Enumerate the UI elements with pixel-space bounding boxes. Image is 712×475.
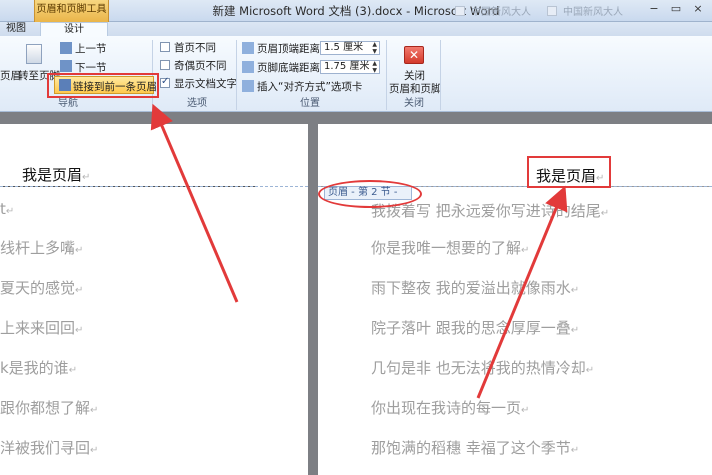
header-top-label: 页眉顶端距离: xyxy=(257,43,324,55)
insert-align-tab-button[interactable]: 插入“对齐方式”选项卡 xyxy=(257,79,362,94)
body-line[interactable]: 你出现在我诗的每一页↵ xyxy=(371,397,529,418)
footer-bottom-label: 页脚底端距离: xyxy=(257,62,324,74)
minimize-button[interactable]: − xyxy=(646,2,662,16)
close-header-footer-icon[interactable]: ✕ xyxy=(404,46,424,64)
paragraph-mark-icon: ↵ xyxy=(75,325,84,336)
paragraph-mark-icon: ↵ xyxy=(570,285,580,296)
paragraph-mark-icon: ↵ xyxy=(75,285,84,296)
paragraph-mark-icon: ↵ xyxy=(521,405,530,416)
body-line[interactable]: t↵ xyxy=(0,200,14,218)
prev-section-button[interactable]: 上一节 xyxy=(75,41,107,56)
maximize-button[interactable]: ▭ xyxy=(668,2,684,16)
body-line[interactable]: 你是我唯一想要的了解↵ xyxy=(371,237,529,258)
background-tab[interactable]: 中国新风大人 xyxy=(455,3,531,18)
show-doc-text-label[interactable]: 显示文档文字 xyxy=(174,76,237,91)
body-line[interactable]: 院子落叶 跟我的思念厚厚一叠↵ xyxy=(371,317,579,338)
header-top-icon xyxy=(242,42,254,54)
next-section-icon xyxy=(60,60,72,72)
paragraph-mark-icon: ↵ xyxy=(570,445,580,456)
title-bar: 页眉和页脚工具 新建 Microsoft Word 文档 (3).docx - … xyxy=(0,0,712,22)
body-line[interactable]: 几句是非 也无法将我的热情冷却↵ xyxy=(371,357,594,378)
odd-even-checkbox[interactable] xyxy=(160,60,170,70)
body-line[interactable]: 上来来回回↵ xyxy=(0,317,83,338)
body-line[interactable]: 夏天的感觉↵ xyxy=(0,277,83,298)
annotation-box-header xyxy=(527,156,611,188)
paragraph-mark-icon: ↵ xyxy=(5,206,15,217)
align-tab-icon xyxy=(242,80,254,92)
background-tabs: 中国新风大人 中国新风大人 xyxy=(455,3,623,18)
document-page-right[interactable]: 我是页眉↵ 我拨着写 把永远爱你写进诗的结尾↵ 你是我唯一想要的了解↵ 雨下整夜… xyxy=(318,124,712,475)
group-label-close: 关闭 xyxy=(404,98,424,109)
first-page-diff-label[interactable]: 首页不同 xyxy=(174,40,216,55)
footer-bottom-icon xyxy=(242,61,254,73)
paragraph-mark-icon: ↵ xyxy=(68,365,78,376)
close-window-button[interactable]: × xyxy=(690,2,706,16)
group-label-position: 位置 xyxy=(300,98,320,109)
background-tab[interactable]: 中国新风大人 xyxy=(547,3,623,18)
left-header-text[interactable]: 我是页眉↵ xyxy=(22,164,90,185)
header-boundary-left xyxy=(0,186,308,187)
spinner-arrows-icon[interactable]: ▲ ▼ xyxy=(372,41,377,55)
paragraph-mark-icon: ↵ xyxy=(570,325,580,336)
paragraph-mark-icon: ↵ xyxy=(521,245,530,256)
ribbon-tabs: 视图 设计 xyxy=(0,22,712,36)
odd-even-diff-label[interactable]: 奇偶页不同 xyxy=(174,58,227,73)
paragraph-mark-icon: ↵ xyxy=(90,405,99,416)
doc-icon xyxy=(547,5,557,16)
body-line[interactable]: 跟你都想了解↵ xyxy=(0,397,98,418)
paragraph-mark-icon: ↵ xyxy=(600,208,610,219)
doc-icon xyxy=(455,5,465,16)
body-line[interactable]: 线杆上多嘴↵ xyxy=(0,237,83,258)
spinner-arrows-icon[interactable]: ▲ ▼ xyxy=(372,60,377,74)
divider xyxy=(386,40,387,110)
body-line[interactable]: 那饱满的稻穗 幸福了这个季节↵ xyxy=(371,437,579,458)
goto-footer-icon[interactable] xyxy=(26,44,42,64)
tab-design[interactable]: 设计 xyxy=(40,22,108,36)
divider xyxy=(236,40,237,110)
paragraph-mark-icon: ↵ xyxy=(585,365,595,376)
window-controls: − ▭ × xyxy=(646,2,706,16)
body-line[interactable]: 雨下整夜 我的爱溢出就像雨水↵ xyxy=(371,277,579,298)
show-doc-text-checkbox[interactable] xyxy=(160,76,170,88)
first-page-checkbox[interactable] xyxy=(160,42,170,52)
paragraph-mark-icon: ↵ xyxy=(75,245,84,256)
divider xyxy=(440,40,441,110)
document-page-left[interactable]: 我是页眉↵ t↵ 线杆上多嘴↵ 夏天的感觉↵ 上来来回回↵ k是我的谁↵ 跟你都… xyxy=(0,124,308,475)
prev-section-icon xyxy=(60,42,72,54)
body-line[interactable]: 洋被我们寻回↵ xyxy=(0,437,98,458)
paragraph-mark-icon: ↵ xyxy=(82,172,91,183)
body-line[interactable]: k是我的谁↵ xyxy=(0,357,77,378)
footer-bottom-spinner[interactable]: 1.75 厘米 ▲ ▼ xyxy=(320,60,380,74)
paragraph-mark-icon: ↵ xyxy=(90,445,99,456)
group-label-options: 选项 xyxy=(187,98,207,109)
header-top-spinner[interactable]: 1.5 厘米 ▲ ▼ xyxy=(320,41,380,55)
annotation-box-link xyxy=(47,73,159,98)
tab-view[interactable]: 视图 xyxy=(6,22,26,36)
annotation-ellipse xyxy=(318,180,422,208)
